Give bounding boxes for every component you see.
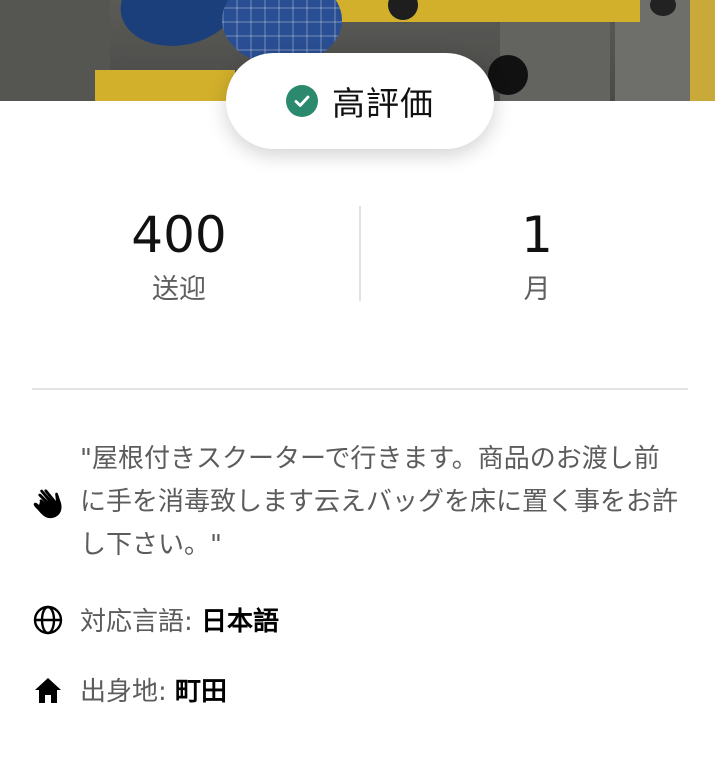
stats-divider — [359, 206, 361, 301]
stat-value: 400 — [131, 206, 227, 264]
waving-hand-icon — [30, 486, 66, 522]
rating-badge: 高評価 — [226, 53, 494, 149]
languages-value: 日本語 — [201, 607, 280, 637]
home-icon — [32, 674, 64, 706]
hometown-row: 出身地: 町田 — [0, 670, 715, 714]
stat-caption: 送迎 — [152, 274, 206, 305]
globe-icon — [32, 604, 64, 636]
stat-deliveries: 400 送迎 — [0, 200, 358, 310]
check-circle-icon — [286, 85, 318, 117]
hometown-label: 出身地: — [80, 677, 167, 707]
stat-value: 1 — [521, 206, 553, 264]
section-divider — [32, 388, 688, 390]
rating-label: 高評価 — [332, 84, 434, 123]
quote-text: "屋根付きスクーターで行きます。商品のお渡し前に手を消毒致します云えバッグを床に… — [80, 444, 679, 560]
stats-panel: 400 送迎 1 月 — [0, 200, 715, 310]
languages-label: 対応言語: — [80, 607, 193, 637]
stat-caption: 月 — [523, 274, 551, 305]
hometown-value: 町田 — [175, 677, 228, 707]
stat-months: 1 月 — [358, 200, 715, 310]
languages-row: 対応言語: 日本語 — [0, 600, 715, 644]
